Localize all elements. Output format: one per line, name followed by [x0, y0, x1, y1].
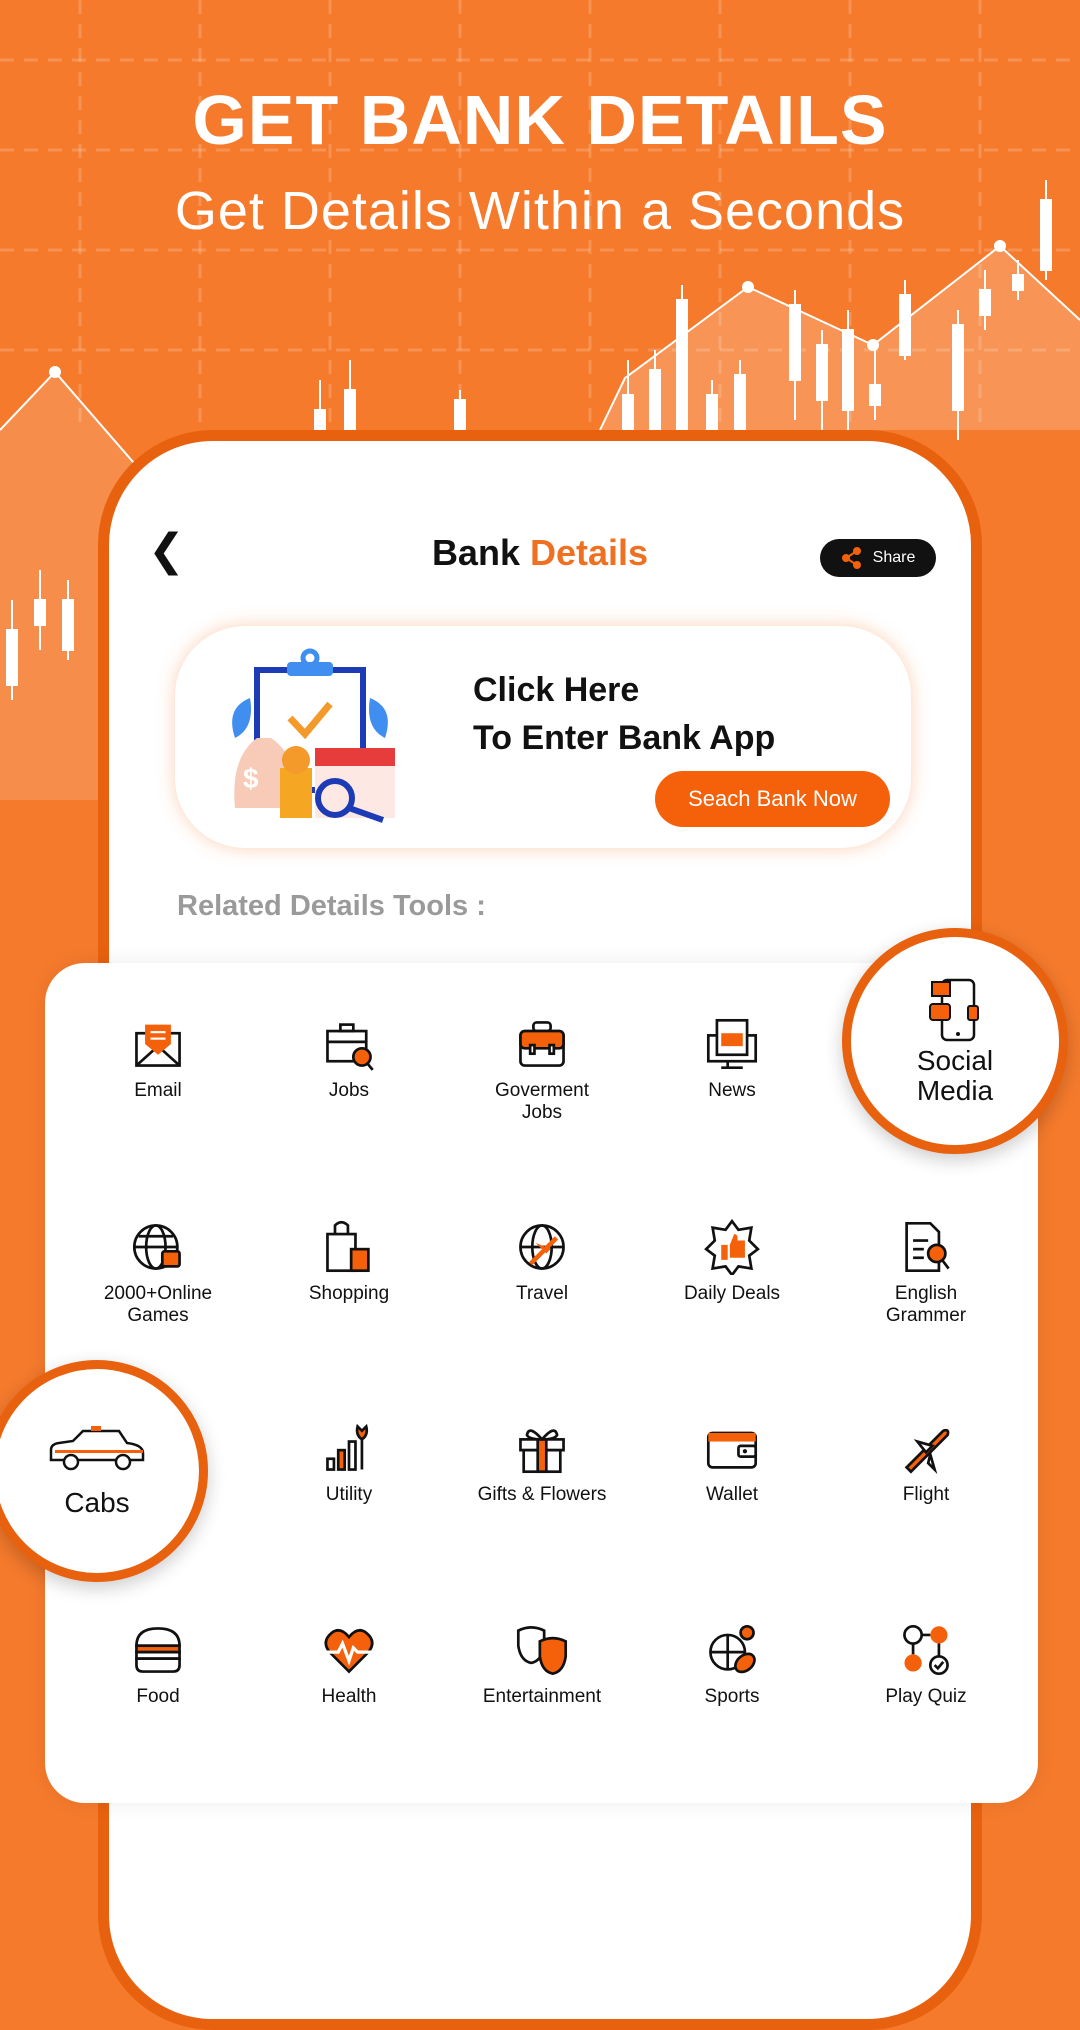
share-label: Share [872, 549, 916, 566]
thumbs-up-badge-icon [704, 1219, 760, 1275]
gift-icon [519, 1429, 565, 1474]
search-bank-button[interactable]: Seach Bank Now [655, 771, 890, 827]
tool-label: Email [134, 1080, 182, 1101]
plane-icon [904, 1428, 950, 1475]
globe-plane-icon [519, 1224, 565, 1270]
tool-play-quiz[interactable]: Play Quiz [841, 1622, 1011, 1708]
tool-social-media[interactable]: Social Media [842, 928, 1068, 1154]
tool-gifts-flowers[interactable]: Gifts & Flowers [457, 1420, 627, 1506]
tool-flight[interactable]: Flight [841, 1420, 1011, 1506]
hero-title: GET BANK DETAILS [192, 81, 888, 159]
tool-label: Sports [704, 1686, 760, 1707]
title-part2: Details [529, 532, 649, 573]
news-icon [706, 1018, 758, 1070]
tool-goverment-jobs[interactable]: Goverment Jobs [457, 1016, 627, 1124]
wrench-bars-icon [326, 1423, 369, 1471]
share-button[interactable]: Share [820, 539, 936, 577]
shopping-bag-icon [326, 1220, 370, 1273]
email-icon [135, 1024, 181, 1067]
tool-label: Wallet [705, 1484, 759, 1505]
tool-label: Utility [325, 1484, 373, 1505]
tool-utility[interactable]: Utility [264, 1420, 434, 1506]
clipboard-money-illustration: $ [232, 648, 395, 823]
social-media-phone-icon [929, 978, 979, 1042]
title-part1: Bank [431, 532, 520, 573]
share-icon [841, 547, 861, 569]
tool-food[interactable]: Food [73, 1622, 243, 1708]
tool-label: English Grammer [885, 1283, 967, 1326]
tool-jobs[interactable]: Jobs [264, 1016, 434, 1102]
banner-line2: To Enter Bank App [473, 719, 776, 757]
tool-label: Jobs [328, 1080, 370, 1101]
document-search-icon [905, 1221, 950, 1273]
quiz-icon [903, 1624, 949, 1676]
car-icon [49, 1426, 145, 1471]
tool-2000-online-games[interactable]: 2000+Online Games [73, 1219, 243, 1327]
tool-label: Health [321, 1686, 377, 1707]
tool-label: 2000+Online Games [103, 1283, 213, 1326]
tool-label: Food [136, 1686, 180, 1707]
tool-email[interactable]: Email [73, 1016, 243, 1102]
burger-icon [135, 1627, 181, 1673]
tool-label: Entertainment [482, 1686, 602, 1707]
tool-health[interactable]: Health [264, 1622, 434, 1708]
tool-daily-deals[interactable]: Daily Deals [647, 1219, 817, 1305]
tool-label: Shopping [308, 1283, 390, 1304]
tool-label: Goverment Jobs [495, 1080, 589, 1123]
tool-news[interactable]: News [647, 1016, 817, 1102]
tool-label: Cabs [64, 1487, 130, 1518]
tool-shopping[interactable]: Shopping [264, 1219, 434, 1305]
tool-english-grammer[interactable]: English Grammer [841, 1219, 1011, 1327]
job-search-icon [326, 1023, 374, 1071]
svg-text:$: $ [243, 763, 259, 794]
globe-game-icon [132, 1224, 181, 1270]
tool-label: Gifts & Flowers [477, 1484, 607, 1505]
banner-text: Click Here To Enter Bank App [473, 666, 775, 762]
wallet-icon [706, 1431, 758, 1469]
banner-line1: Click Here [473, 671, 640, 709]
tool-wallet[interactable]: Wallet [647, 1420, 817, 1506]
tool-label: Play Quiz [885, 1686, 967, 1707]
sports-balls-icon [709, 1624, 756, 1674]
tool-label: Travel [515, 1283, 569, 1304]
tool-travel[interactable]: Travel [457, 1219, 627, 1305]
tool-label: Social Media [916, 1045, 994, 1106]
heart-pulse-icon [324, 1629, 374, 1674]
tool-sports[interactable]: Sports [647, 1622, 817, 1708]
tool-label: Daily Deals [683, 1283, 781, 1304]
tool-label: Flight [902, 1484, 950, 1505]
theater-masks-icon [516, 1626, 568, 1676]
tool-label: News [708, 1080, 756, 1101]
tool-entertainment[interactable]: Entertainment [457, 1622, 627, 1708]
bank-app-banner[interactable]: $ Click Here To Enter Bank App Seach Bank… [175, 626, 911, 848]
section-label: Related Details Tools : [177, 890, 486, 922]
briefcase-icon [519, 1021, 565, 1067]
hero-subtitle: Get Details Within a Seconds [174, 181, 906, 241]
